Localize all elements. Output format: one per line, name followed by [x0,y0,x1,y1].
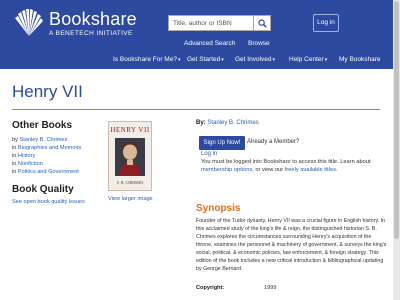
list-item: in Politics and Government [12,168,81,176]
nav-help-center[interactable]: Help Center▾ [289,56,327,63]
copyright-label: Copyright: [196,285,225,291]
search-input[interactable] [168,15,254,31]
scrollbar-thumb[interactable] [394,1,399,239]
nav-is-bookshare-for-me[interactable]: Is Bookshare For Me?▾ [113,56,180,63]
login-link[interactable]: Log in [201,151,217,157]
logo-text: Bookshare [49,9,137,29]
other-books-list: by Stanley B. Chrimes in Biographies and… [12,136,81,176]
nav-get-started[interactable]: Get Started▾ [187,56,224,63]
access-message: You must be logged into Bookshare to acc… [201,158,391,174]
synopsis-heading: Synopsis [196,203,241,214]
nav-label: Get Involved [235,56,272,63]
search-button[interactable] [254,15,271,31]
list-item: in Nonfiction [12,160,81,168]
category-politics-link[interactable]: Politics and Government [18,169,79,175]
view-larger-image-link[interactable]: View larger image [108,196,153,202]
membership-options-link[interactable]: membership options [201,167,252,173]
chevron-down-icon: ▾ [221,57,224,63]
category-history-link[interactable]: History [18,153,35,159]
sign-up-button[interactable]: Sign Up Now! [199,136,245,150]
page: Bookshare A BENETECH INITIATIVE Log in A… [0,0,393,300]
browse-link[interactable]: Browse [248,40,270,47]
site-header: Bookshare A BENETECH INITIATIVE Log in A… [0,0,393,69]
nav-label: Is Bookshare For Me? [113,56,177,63]
free-titles-link[interactable]: freely available titles [285,167,336,173]
chevron-down-icon: ▾ [324,57,328,63]
nav-label: My Bookshare [339,56,381,63]
title-divider [12,109,380,110]
cover-title: HENRY VII [110,126,150,134]
book-cover-image[interactable]: HENRY VII S. B. CHRIMES [108,121,152,191]
list-item: in Biographies and Memoirs [12,144,81,152]
byline: By: Stanley B. Chrimes [196,120,259,126]
nav-get-involved[interactable]: Get Involved▾ [235,56,275,63]
synopsis-text: Founder of the Tudor dynasty, Henry VII … [196,218,387,272]
logo-subtitle: A BENETECH INITIATIVE [49,30,133,37]
bookshare-logo[interactable]: Bookshare A BENETECH INITIATIVE [13,8,153,38]
page-title: Henry VII [12,82,83,101]
cover-author: S. B. CHRIMES [116,180,144,185]
already-member-text: Already a Member? [247,139,300,145]
search-icon [258,19,267,28]
other-books-heading: Other Books [12,120,73,131]
nav-label: Get Started [187,56,221,63]
nav-label: Help Center [289,56,324,63]
by-label: By: [196,120,206,126]
category-biographies-link[interactable]: Biographies and Memoirs [18,145,81,151]
category-nonfiction-link[interactable]: Nonfiction [18,161,43,167]
list-item: by Stanley B. Chrimes [12,136,81,144]
access-period: . [336,167,338,173]
vertical-scrollbar[interactable] [393,0,400,300]
list-item: in History [12,152,81,160]
chevron-down-icon: ▾ [177,57,181,63]
portrait-illustration [115,138,145,176]
author-link[interactable]: Stanley B. Chrimes [207,120,258,126]
chevron-down-icon: ▾ [272,57,276,63]
copyright-value: 1999 [264,285,277,291]
advanced-search-link[interactable]: Advanced Search [184,40,235,47]
book-fan-icon [15,9,43,36]
other-books-by-author-link[interactable]: Stanley B. Chrimes [19,137,67,143]
access-message-text: You must be logged into Bookshare to acc… [201,159,371,165]
access-or-text: , or view our [252,167,285,173]
quality-issues-link[interactable]: See open book quality issues [12,199,85,205]
login-button[interactable]: Log in [313,14,339,32]
nav-my-bookshare[interactable]: My Bookshare [339,56,381,63]
book-quality-heading: Book Quality [12,184,74,195]
